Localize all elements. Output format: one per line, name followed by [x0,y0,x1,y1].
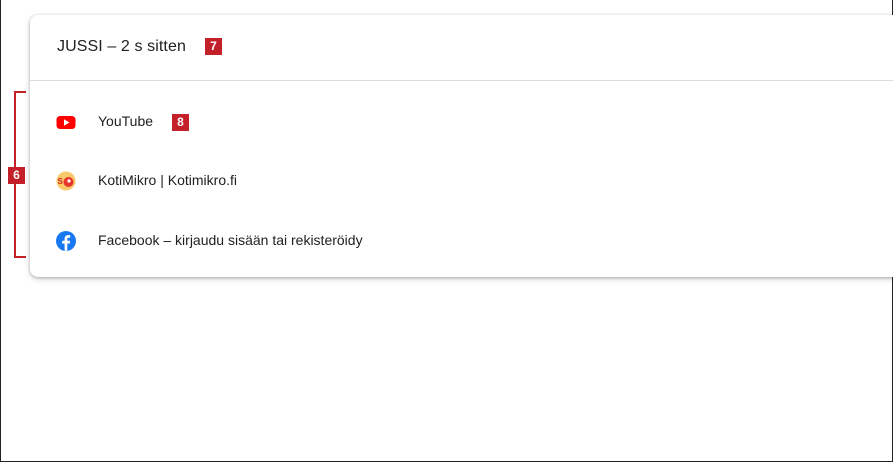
annotation-badge-7: 7 [205,38,222,55]
facebook-icon [54,229,78,253]
tab-title: Facebook – kirjaudu sisään tai rekisterö… [98,232,363,248]
synced-tab-youtube[interactable]: YouTube [30,110,630,134]
synced-tab-kotimikro[interactable]: S KotiMikro | Kotimikro.fi [30,169,630,193]
svg-text:S: S [58,177,64,186]
device-header: JUSSI – 2 s sitten [30,15,893,81]
kotimikro-icon: S [54,169,78,193]
tab-title: YouTube [98,113,154,129]
tab-title: KotiMikro | Kotimikro.fi [98,172,237,188]
annotation-badge-8: 8 [172,114,189,131]
annotation-badge-6: 6 [8,167,25,184]
youtube-icon [54,110,78,134]
synced-tab-facebook[interactable]: Facebook – kirjaudu sisään tai rekisterö… [30,229,630,253]
device-title: JUSSI – 2 s sitten [57,38,186,55]
